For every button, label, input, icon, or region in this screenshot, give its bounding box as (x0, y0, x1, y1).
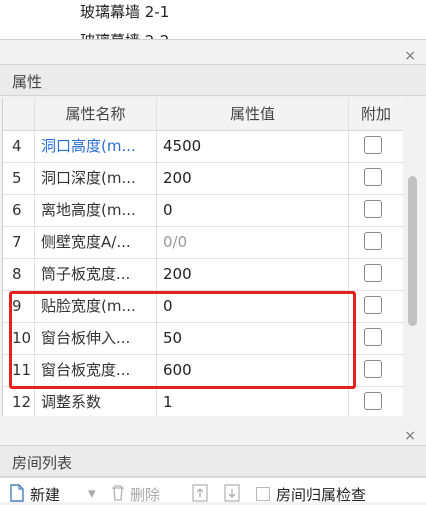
extra-checkbox[interactable] (364, 136, 382, 154)
delete-button[interactable]: 删除 (130, 484, 160, 505)
row-extra (349, 162, 403, 194)
properties-panel-header: 属性 (0, 64, 426, 96)
row-extra (349, 194, 403, 226)
row-extra (349, 290, 403, 322)
row-name[interactable]: 洞口高度(m... (35, 130, 157, 162)
row-name[interactable]: 筒子板宽度... (35, 258, 157, 290)
header-number (3, 98, 35, 130)
extra-checkbox[interactable] (364, 328, 382, 346)
dropdown-arrow-icon[interactable]: ▾ (88, 484, 96, 502)
tree-item-glass-curtain-wall-2-1[interactable]: 玻璃幕墙 2-1 (80, 1, 169, 22)
scrollbar-thumb[interactable] (408, 176, 417, 326)
extra-checkbox[interactable] (364, 392, 382, 410)
row-value[interactable]: 200 (157, 162, 349, 194)
extra-checkbox[interactable] (364, 296, 382, 314)
row-value[interactable]: 200 (157, 258, 349, 290)
trash-icon (112, 485, 124, 501)
new-document-icon (10, 484, 24, 502)
divider (0, 39, 426, 40)
move-up-icon[interactable] (192, 484, 208, 502)
properties-panel-title: 属性 (12, 73, 43, 91)
row-name[interactable]: 调整系数 (35, 386, 157, 416)
table-row[interactable]: 8 筒子板宽度... 200 (3, 258, 403, 291)
header-extra[interactable]: 附加 (349, 98, 403, 130)
row-value[interactable]: 0/0 (157, 226, 349, 258)
extra-checkbox[interactable] (364, 232, 382, 250)
row-value[interactable]: 4500 (157, 130, 349, 162)
row-value[interactable]: 0 (157, 194, 349, 226)
row-number: 7 (3, 226, 35, 258)
header-property-value[interactable]: 属性值 (157, 98, 349, 130)
room-list-panel-title: 房间列表 (12, 454, 73, 472)
room-list-panel-header: 房间列表 (0, 445, 426, 477)
table-row[interactable]: 12 调整系数 1 (3, 386, 403, 416)
room-ownership-check-label: 房间归属检查 (276, 486, 367, 504)
new-button[interactable]: 新建 (30, 484, 60, 505)
extra-checkbox[interactable] (364, 200, 382, 218)
table-row[interactable]: 5 洞口深度(m... 200 (3, 162, 403, 195)
row-number: 6 (3, 194, 35, 226)
row-number: 4 (3, 130, 35, 162)
room-ownership-check-checkbox[interactable] (256, 487, 270, 501)
row-number: 12 (3, 386, 35, 416)
table-row[interactable]: 7 侧壁宽度A/... 0/0 (3, 226, 403, 259)
row-extra (349, 322, 403, 354)
header-property-name[interactable]: 属性名称 (35, 98, 157, 130)
row-number: 5 (3, 162, 35, 194)
row-extra (349, 258, 403, 290)
annotation-highlight-box (9, 291, 356, 389)
row-name[interactable]: 侧壁宽度A/... (35, 226, 157, 258)
row-name[interactable]: 洞口深度(m... (35, 162, 157, 194)
properties-close-icon[interactable]: × (404, 49, 416, 63)
row-extra (349, 130, 403, 162)
move-down-icon[interactable] (224, 484, 240, 502)
extra-checkbox[interactable] (364, 264, 382, 282)
extra-checkbox[interactable] (364, 168, 382, 186)
row-number: 8 (3, 258, 35, 290)
room-list-toolbar: 新建 ▾ 删除 房间归属检查 (0, 477, 426, 505)
row-extra (349, 386, 403, 416)
row-extra (349, 354, 403, 386)
component-tree: 玻璃幕墙 2-1 玻璃幕墙 2-2 (0, 0, 426, 40)
table-row[interactable]: 6 离地高度(m... 0 (3, 194, 403, 227)
row-extra (349, 226, 403, 258)
table-row[interactable]: 4 洞口高度(m... 4500 (3, 130, 403, 163)
extra-checkbox[interactable] (364, 360, 382, 378)
row-name[interactable]: 离地高度(m... (35, 194, 157, 226)
grid-header-row: 属性名称 属性值 附加 (3, 98, 403, 131)
room-list-close-icon[interactable]: × (404, 429, 416, 443)
row-value[interactable]: 1 (157, 386, 349, 416)
